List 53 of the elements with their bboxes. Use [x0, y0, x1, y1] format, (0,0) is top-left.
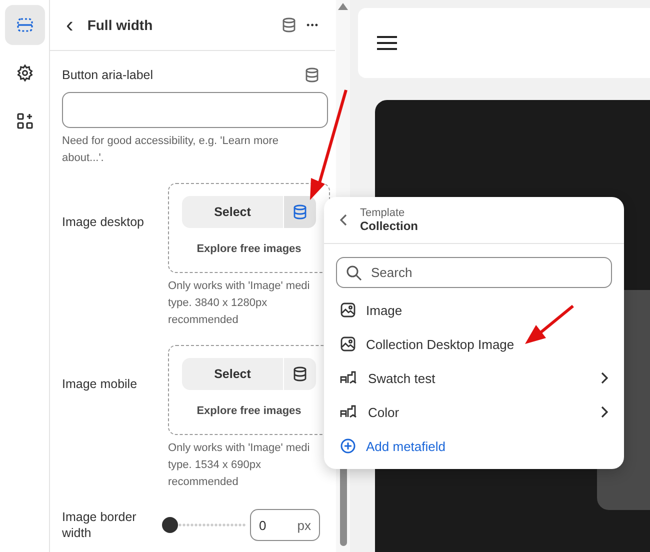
explore-link[interactable]: Explore free images [196, 405, 302, 417]
field-label: Image desktop [62, 215, 145, 229]
select-button[interactable]: Select [182, 196, 284, 228]
unit-text: px [297, 518, 311, 532]
database-icon [292, 204, 308, 220]
image-icon [340, 336, 356, 352]
help-text: Only works with 'Image' medi [168, 279, 311, 294]
number-value: 0 [259, 518, 266, 532]
database-icon[interactable] [280, 17, 297, 33]
sections-button[interactable] [4, 5, 44, 45]
chevron-left-icon [340, 214, 348, 226]
database-icon [292, 366, 308, 382]
more-button[interactable]: ••• [304, 20, 321, 30]
help-text: recommended [168, 313, 240, 328]
number-field[interactable]: 0 px [250, 509, 320, 541]
menu-item[interactable]: Color [336, 395, 612, 429]
slider-thumb[interactable] [162, 517, 178, 533]
dynamic-source-button[interactable] [284, 358, 316, 390]
help-text: recommended [168, 475, 240, 490]
help-text: Only works with 'Image' medi [168, 441, 311, 456]
explore-link[interactable]: Explore free images [196, 243, 302, 255]
field-label: Image border width [62, 509, 138, 541]
chevron-right-icon [600, 406, 608, 418]
database-icon[interactable] [304, 67, 320, 83]
help-text: type. 1534 x 690px [168, 458, 262, 473]
plus-circle-icon [340, 438, 356, 454]
menu-item[interactable]: Swatch test [336, 361, 612, 395]
help-text: type. 3840 x 1280px [168, 296, 268, 311]
sections-icon [16, 16, 34, 34]
metafield-group-icon [340, 370, 358, 386]
image-icon [340, 302, 356, 318]
panel-title: Full width [87, 17, 154, 33]
chevron-right-icon [600, 372, 608, 384]
apps-icon [16, 112, 34, 130]
menu-icon[interactable] [376, 35, 398, 51]
menu-item[interactable]: Collection Desktop Image [336, 327, 612, 361]
popover-overline: Template [360, 207, 406, 219]
help-text: Need for good accessibility, e.g. 'Learn more [62, 134, 280, 149]
scroll-up-icon[interactable] [338, 3, 348, 10]
menu-item[interactable]: Image [336, 293, 612, 327]
popover-title: Collection [360, 219, 418, 233]
help-text: about...'. [62, 151, 105, 166]
select-button[interactable]: Select [182, 358, 284, 390]
search-icon [346, 265, 362, 281]
search-field[interactable]: Search [336, 257, 612, 288]
field-label: Image mobile [62, 377, 138, 391]
metafield-group-icon [340, 404, 358, 420]
settings-icon [16, 64, 34, 82]
field-label: Button aria-label [62, 68, 154, 82]
annotation-arrow [525, 304, 574, 344]
back-button[interactable]: ‹ [60, 14, 80, 36]
menu-item[interactable]: Add metafield [336, 429, 612, 463]
aria-label-input[interactable] [62, 92, 328, 128]
